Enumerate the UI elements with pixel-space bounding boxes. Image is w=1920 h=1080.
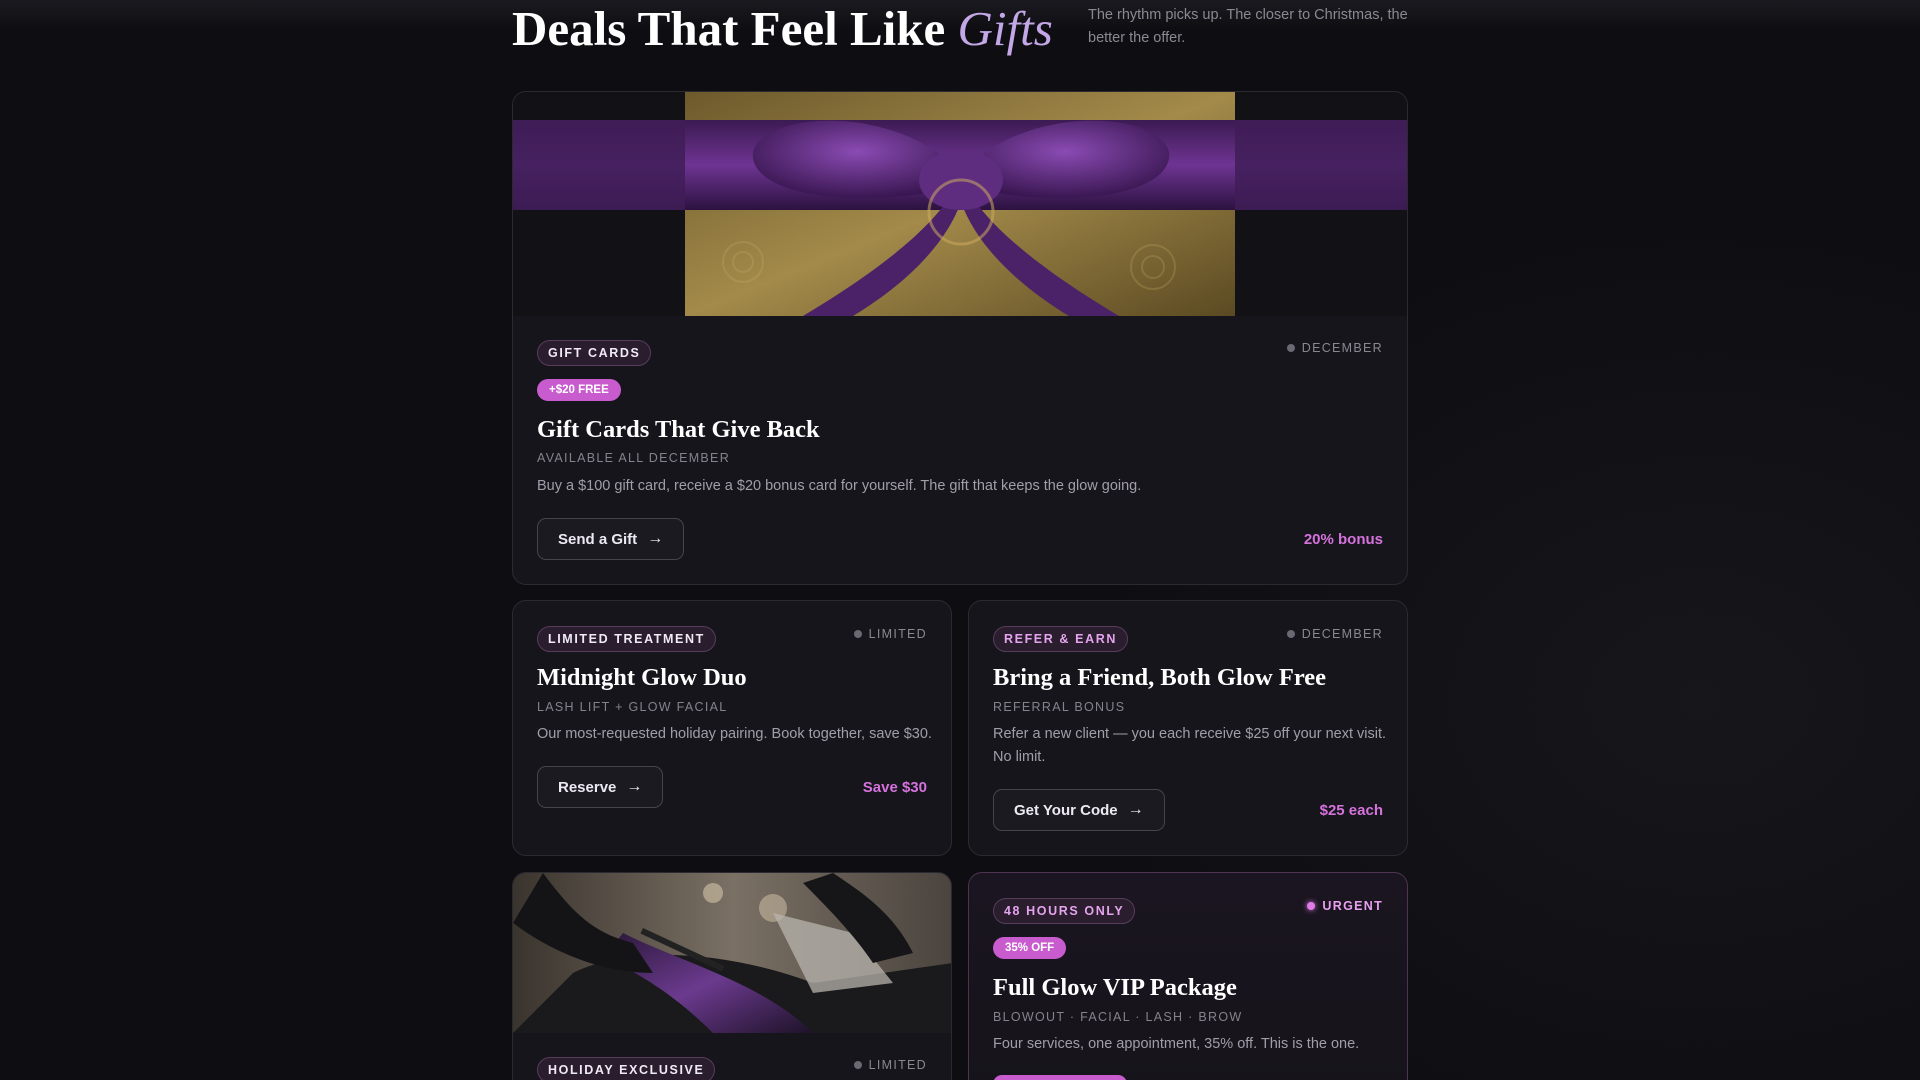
deal-value: $25 each: [1319, 802, 1383, 819]
reserve-button[interactable]: Reserve →: [537, 766, 664, 808]
card-title: Bring a Friend, Both Glow Free: [993, 664, 1326, 691]
hair-coloring-illustration: [513, 873, 951, 1033]
card-subtitle: REFERRAL BONUS: [993, 700, 1126, 714]
card-subtitle: AVAILABLE ALL DECEMBER: [537, 451, 731, 465]
card-title: Midnight Glow Duo: [537, 664, 747, 691]
arrow-right-icon: →: [626, 778, 643, 795]
arrow-right-icon: →: [1127, 801, 1144, 818]
card-description: Our most-requested holiday pairing. Book…: [537, 726, 932, 742]
send-gift-button[interactable]: Send a Gift →: [537, 518, 685, 560]
card-subtitle: BLOWOUT · FACIAL · LASH · BROW: [993, 1010, 1243, 1024]
gift-box-illustration: [513, 92, 1407, 316]
availability-meta: DECEMBER: [1286, 341, 1383, 355]
status-dot-icon: [1286, 630, 1295, 638]
status-dot-icon: [853, 630, 862, 638]
section-title-main: Deals That Feel Like: [512, 1, 946, 56]
category-pill: GIFT CARDS: [537, 340, 652, 366]
card-subtitle: LASH LIFT + GLOW FACIAL: [537, 700, 728, 714]
deal-card-refer-earn: REFER & EARN DECEMBER Bring a Friend, Bo…: [968, 600, 1408, 856]
status-dot-icon: [1307, 902, 1316, 910]
status-dot-icon: [853, 1061, 862, 1069]
availability-meta: LIMITED: [853, 627, 927, 641]
deal-card-midnight-glow-duo: LIMITED TREATMENT LIMITED Midnight Glow …: [512, 600, 952, 856]
meta-label: URGENT: [1322, 899, 1383, 913]
card-title: Full Glow VIP Package: [993, 974, 1237, 1001]
section-intro: The rhythm picks up. The closer to Chris…: [1088, 7, 1408, 46]
meta-label: DECEMBER: [1301, 627, 1383, 641]
deal-card-holiday-exclusive: HOLIDAY EXCLUSIVE LIMITED: [512, 872, 952, 1080]
offer-tag: +$20 FREE: [537, 379, 621, 401]
category-pill: HOLIDAY EXCLUSIVE: [537, 1057, 716, 1080]
button-label: Get Your Code: [1014, 801, 1118, 819]
card-title: Gift Cards That Give Back: [537, 416, 820, 443]
offer-tag: 35% OFF: [993, 937, 1067, 959]
button-label: Reserve: [558, 778, 617, 796]
card-description: Buy a $100 gift card, receive a $20 bonu…: [537, 478, 1142, 494]
book-vip-button[interactable]: [993, 1075, 1127, 1080]
deal-value: Save $30: [862, 779, 927, 796]
arrow-right-icon: →: [647, 530, 664, 547]
availability-meta: LIMITED: [853, 1058, 927, 1072]
meta-label: DECEMBER: [1301, 341, 1383, 355]
category-pill: REFER & EARN: [993, 626, 1128, 652]
category-pill: 48 HOURS ONLY: [993, 898, 1136, 924]
section-title: Deals That Feel Like Gifts: [512, 0, 1053, 57]
button-label: Send a Gift: [558, 530, 638, 548]
card-description: Four services, one appointment, 35% off.…: [993, 1036, 1360, 1052]
card-description: Refer a new client — you each receive $2…: [993, 726, 1387, 765]
urgency-meta: URGENT: [1307, 899, 1383, 913]
category-pill: LIMITED TREATMENT: [537, 626, 716, 652]
deal-value: 20% bonus: [1303, 531, 1383, 548]
availability-meta: DECEMBER: [1286, 627, 1383, 641]
meta-label: LIMITED: [868, 627, 927, 641]
deal-card-gift-cards: GIFT CARDS DECEMBER +$20 FREE Gift Cards…: [512, 91, 1408, 585]
status-dot-icon: [1286, 344, 1295, 352]
get-code-button[interactable]: Get Your Code →: [993, 789, 1165, 831]
deal-card-full-glow-vip: 48 HOURS ONLY URGENT 35% OFF Full Glow V…: [968, 872, 1408, 1080]
section-title-accent: Gifts: [957, 1, 1053, 56]
meta-label: LIMITED: [868, 1058, 927, 1072]
gift-box-image: [513, 92, 1407, 316]
hair-coloring-image: [513, 873, 951, 1033]
